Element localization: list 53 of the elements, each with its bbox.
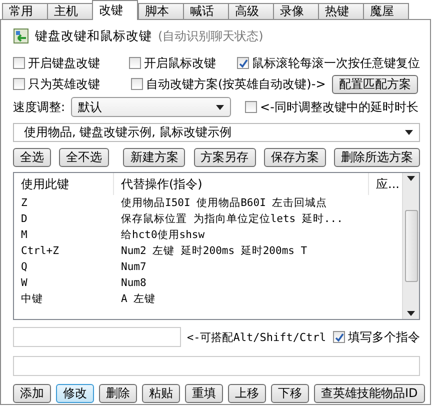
- scheme-button[interactable]: 保存方案: [264, 148, 326, 166]
- action-button[interactable]: 下移: [271, 384, 309, 402]
- table-cell-text: Num8: [120, 277, 148, 289]
- table-cell-text: 保存鼠标位置 为指向单位定位lets 延时...: [120, 212, 344, 226]
- table-cell-text: Num7: [120, 261, 148, 273]
- checkbox-label[interactable]: 自动改键方案(按英雄自动改键)->: [131, 76, 326, 92]
- checkbox-label[interactable]: 开启键盘改键: [13, 54, 129, 72]
- action-button[interactable]: 粘贴: [142, 384, 180, 402]
- tab[interactable]: 脚本: [138, 3, 184, 20]
- tab[interactable]: 热键: [318, 3, 364, 20]
- table-cell-text: A 左键: [120, 292, 157, 306]
- checkbox-label[interactable]: <-同时调整改键中的延时时长: [245, 98, 418, 116]
- table-cell-text: W: [20, 277, 28, 289]
- scheme-button[interactable]: 新建方案: [123, 148, 186, 166]
- scheme-button[interactable]: 全选: [13, 148, 51, 166]
- action-button[interactable]: 上移: [228, 384, 266, 402]
- match-scheme-button[interactable]: 配置匹配方案: [332, 74, 418, 94]
- checkbox-label[interactable]: 填写多个指令: [333, 328, 420, 346]
- checkbox-label[interactable]: 开启鼠标改键: [128, 54, 237, 72]
- checkbox-label[interactable]: 鼠标滚轮每滚一次按任意键复位: [237, 54, 420, 72]
- key-hint: <-可搭配Alt/Shift/Ctrl: [187, 330, 326, 344]
- table-cell-text: 给hct0使用shsw: [120, 228, 206, 242]
- section-subtitle: (自动识别聊天状态): [158, 28, 264, 44]
- scheme-button[interactable]: 全不选: [59, 148, 110, 166]
- speed-dropdown[interactable]: 默认: [71, 97, 232, 117]
- action-button[interactable]: 删除: [99, 384, 137, 402]
- table-cell-text: 使用物品I50I 使用物品B60I 左击回城点: [120, 196, 328, 210]
- tab[interactable]: 常用: [2, 3, 48, 20]
- tab[interactable]: 录像: [273, 3, 319, 20]
- action-button[interactable]: 查英雄技能物品ID: [314, 384, 425, 402]
- table-cell-text: 中键: [20, 292, 44, 306]
- section-title: 键盘改键和鼠标改键: [35, 28, 152, 44]
- scheme-button[interactable]: 方案另存: [194, 148, 256, 166]
- scheme-button[interactable]: 删除所选方案: [334, 148, 420, 166]
- speed-label: 速度调整:: [13, 98, 66, 116]
- action-button[interactable]: 重填: [185, 384, 223, 402]
- table-cell-text: Z: [20, 197, 28, 209]
- checkbox-label[interactable]: 只为英雄改键: [13, 76, 131, 92]
- tab[interactable]: 改键: [92, 0, 138, 20]
- tab[interactable]: 魔屋: [363, 3, 409, 20]
- scheme-dropdown[interactable]: 使用物品, 键盘改键示例, 鼠标改键示例: [13, 123, 420, 142]
- tab[interactable]: 主机: [47, 3, 93, 20]
- table-cell-text: Q: [20, 261, 28, 273]
- column-header[interactable]: 代替操作(指令): [114, 173, 369, 195]
- column-header[interactable]: 使用此键: [14, 173, 114, 195]
- table-cell-text: D: [20, 213, 28, 225]
- action-button[interactable]: 添加: [13, 384, 51, 402]
- tab[interactable]: 高级: [228, 3, 274, 20]
- table-cell-text: Ctrl+Z: [20, 245, 60, 257]
- tab[interactable]: 喊话: [183, 3, 229, 20]
- table-cell-text: M: [20, 229, 28, 241]
- action-button[interactable]: 修改: [56, 384, 94, 402]
- table-cell-text: Num2 左键 延时200ms 延时200ms T: [120, 244, 308, 258]
